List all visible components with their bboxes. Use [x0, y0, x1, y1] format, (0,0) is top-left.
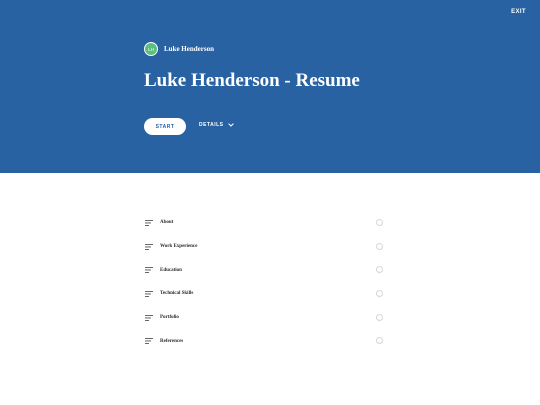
lesson-item-references[interactable]: References [145, 329, 385, 353]
lesson-status-indicator [376, 218, 383, 226]
chevron-down-icon [227, 123, 234, 127]
page-title: Luke Henderson - Resume [144, 70, 360, 91]
lesson-status-indicator [376, 289, 383, 297]
lesson-label: Technical Skills [160, 291, 194, 297]
details-toggle[interactable]: DETAILS [199, 122, 234, 128]
lesson-label: About [160, 220, 174, 226]
lesson-status-indicator [376, 266, 383, 274]
details-label: DETAILS [199, 122, 224, 128]
lesson-item-technical-skills[interactable]: Technical Skills [145, 282, 385, 306]
lesson-label: Portfolio [160, 315, 179, 321]
lesson-item-work-experience[interactable]: Work Experience [145, 235, 385, 259]
lesson-item-about[interactable]: About [145, 211, 385, 235]
lines-icon [145, 314, 153, 321]
author-info: LH Luke Henderson [144, 42, 214, 56]
lines-icon [145, 338, 153, 345]
lesson-item-education[interactable]: Education [145, 258, 385, 282]
author-name: Luke Henderson [164, 45, 214, 53]
exit-link[interactable]: EXIT [511, 9, 526, 15]
lesson-label: References [160, 338, 184, 344]
lesson-item-portfolio[interactable]: Portfolio [145, 306, 385, 330]
lesson-status-indicator [376, 313, 383, 321]
course-header: EXIT LH Luke Henderson Luke Henderson - … [0, 0, 540, 173]
course-page: EXIT LH Luke Henderson Luke Henderson - … [0, 0, 540, 405]
start-button[interactable]: START [144, 118, 186, 135]
lines-icon [145, 243, 153, 250]
avatar: LH [144, 42, 158, 56]
lesson-status-indicator [376, 242, 383, 250]
lesson-label: Education [160, 267, 182, 273]
lesson-list: About Work Experience Education Technica… [145, 211, 385, 353]
lesson-status-indicator [376, 337, 383, 345]
lesson-label: Work Experience [160, 244, 198, 250]
lines-icon [145, 290, 153, 297]
lines-icon [145, 219, 153, 226]
lines-icon [145, 267, 153, 274]
